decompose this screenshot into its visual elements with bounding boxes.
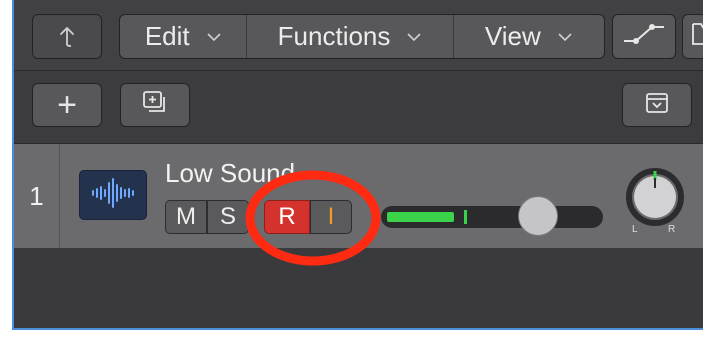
add-track-button[interactable]: +: [32, 83, 102, 127]
edit-menu[interactable]: Edit: [120, 15, 248, 58]
input-monitoring-button[interactable]: I: [310, 200, 352, 234]
automation-button[interactable]: [612, 14, 676, 59]
level-meter: [387, 212, 454, 222]
functions-menu[interactable]: Functions: [247, 15, 454, 58]
view-menu-label: View: [484, 21, 541, 51]
menu-bar: Edit Functions View: [119, 14, 605, 59]
pan-right-label: R: [668, 224, 676, 235]
back-arrow-icon: [53, 20, 81, 53]
peak-indicator: [464, 210, 467, 224]
catch-icon: [691, 21, 703, 52]
catch-button[interactable]: [682, 14, 703, 59]
track-name[interactable]: Low Sound: [165, 158, 295, 189]
chevron-down-icon: [557, 32, 573, 42]
track-icon[interactable]: [79, 170, 147, 220]
back-button[interactable]: [32, 14, 102, 59]
chevron-down-icon: [406, 32, 422, 42]
audio-waveform-icon: [88, 176, 138, 215]
volume-slider[interactable]: [381, 206, 603, 228]
collapse-button[interactable]: [622, 83, 692, 127]
track-header-toolbar: +: [14, 70, 703, 143]
track-header[interactable]: 1 Low Sound M S R I L R: [14, 143, 703, 249]
chevron-down-icon: [206, 32, 222, 42]
edit-menu-label: Edit: [144, 21, 190, 51]
empty-track-area[interactable]: [14, 248, 703, 328]
view-menu[interactable]: View: [454, 15, 604, 58]
add-track-label: +: [57, 85, 77, 124]
automation-curve-icon: [622, 21, 666, 52]
main-toolbar: Edit Functions View: [14, 0, 703, 70]
solo-button[interactable]: S: [207, 200, 249, 234]
record-enable-button[interactable]: R: [264, 200, 310, 234]
mute-button[interactable]: M: [165, 200, 207, 234]
pan-knob[interactable]: [624, 166, 686, 228]
duplicate-track-icon: [140, 88, 170, 123]
volume-fader-handle[interactable]: [518, 196, 558, 236]
duplicate-track-button[interactable]: [120, 83, 190, 127]
collapse-icon: [643, 89, 671, 122]
functions-menu-label: Functions: [277, 21, 391, 51]
tracks-window: Edit Functions View + 1 Low Sound M S R …: [12, 0, 703, 330]
track-number: 1: [14, 144, 60, 248]
pan-left-label: L: [632, 224, 638, 235]
